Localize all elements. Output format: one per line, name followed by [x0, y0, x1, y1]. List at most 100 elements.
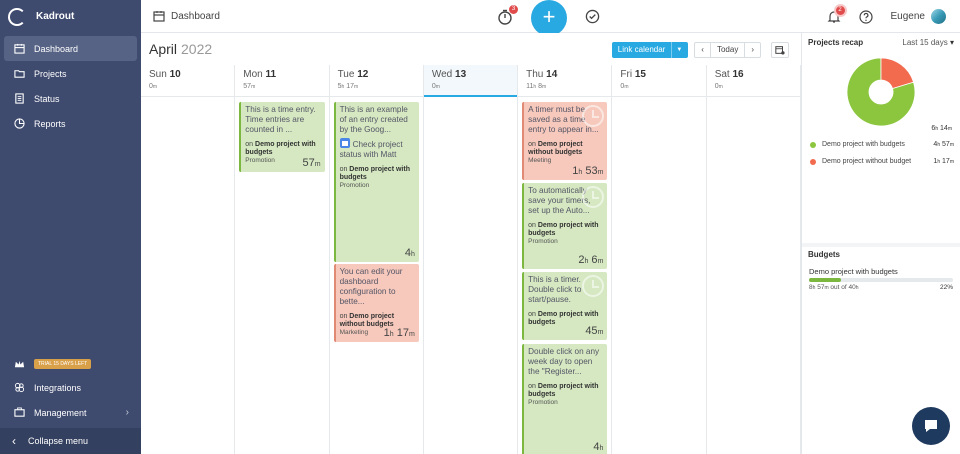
- calendar-month: April: [149, 41, 178, 57]
- help-icon[interactable]: [858, 9, 873, 24]
- topbar-center: 3 +: [497, 0, 600, 36]
- calendar-controls: Link calendar ▼ ‹ Today ›: [611, 42, 789, 58]
- sidebar-item-status[interactable]: Status: [4, 86, 137, 111]
- entry-duration: 45m: [585, 325, 604, 337]
- sidebar-item-dashboard[interactable]: Dashboard: [4, 36, 137, 61]
- avatar[interactable]: [931, 9, 946, 24]
- timer-button[interactable]: 3: [497, 4, 518, 25]
- day-total: 0m: [431, 83, 440, 90]
- legend-dot: [810, 158, 816, 165]
- legend-label: Demo project with budgets: [822, 141, 905, 148]
- legend-label: Demo project without budget: [822, 158, 912, 165]
- legend-value: 4h 57m: [933, 141, 954, 148]
- day-column[interactable]: Wed 13 0m: [423, 65, 519, 454]
- day-name: Sun: [149, 69, 167, 80]
- calendar-icon: [14, 43, 25, 54]
- budget-percent: 22%: [939, 284, 953, 291]
- entry-project: on Demo project with budgets: [528, 383, 599, 398]
- collapse-menu-button[interactable]: ‹ Collapse menu: [0, 428, 141, 454]
- day-header: Mon 11 57m: [235, 65, 329, 97]
- top-bar: Dashboard 3 + 2 Eugene: [141, 0, 960, 36]
- check-circle-icon[interactable]: [585, 9, 600, 24]
- legend-item: Demo project with budgets 4h 57m: [810, 141, 954, 148]
- sidebar-item-reports[interactable]: Reports: [4, 111, 137, 136]
- sidebar-item-label: Reports: [34, 118, 66, 129]
- entry-duration: 2h 6m: [578, 254, 604, 266]
- sidebar-item-label: Management: [34, 407, 87, 418]
- budget-used: 8h 57m out of 40h: [809, 284, 859, 291]
- next-week-button[interactable]: ›: [745, 43, 760, 57]
- sidebar-item-label: Projects: [34, 68, 67, 79]
- day-column[interactable]: Tue 12 5h 17m This is an example of an e…: [329, 65, 424, 454]
- day-header: Tue 12 5h 17m: [329, 65, 423, 97]
- recap-range-dropdown[interactable]: Last 15 days ▾: [902, 38, 954, 47]
- sidebar-item-label: Status: [34, 93, 60, 104]
- time-entry[interactable]: This is a timer. Double click to start/p…: [522, 272, 608, 340]
- trial-row[interactable]: TRIAL 15 days left: [0, 353, 141, 375]
- calendar-settings-icon: [775, 46, 785, 55]
- notification-badge: 2: [835, 5, 845, 15]
- day-number: 14: [546, 69, 558, 80]
- projects-donut-chart: [846, 57, 916, 127]
- calendar-icon: [153, 11, 165, 22]
- calendar-year: 2022: [181, 41, 213, 57]
- day-total: 0m: [620, 83, 629, 90]
- day-total: 0m: [149, 83, 158, 90]
- legend-dot: [810, 141, 816, 148]
- briefcase-icon: [14, 407, 25, 417]
- day-column[interactable]: Mon 11 57m This is a time entry. Time en…: [235, 65, 330, 454]
- day-column[interactable]: Sat 16 0m: [706, 65, 801, 454]
- day-total: 57m: [243, 83, 256, 90]
- entry-project: on Demo project without budgets: [528, 141, 583, 156]
- entry-duration: 1h 53m: [572, 165, 604, 177]
- entry-tag: Promotion: [528, 399, 558, 406]
- notifications-button[interactable]: 2: [827, 5, 845, 24]
- entry-project: on Demo project with budgets: [245, 141, 316, 156]
- chevron-left-icon: ‹: [12, 434, 16, 448]
- budgets-title: Budgets: [808, 250, 840, 259]
- budget-name: Demo project with budgets: [809, 267, 898, 276]
- entry-description: This is a time entry. Time entries are c…: [245, 105, 316, 134]
- time-entry[interactable]: To automatically save your timers, set u…: [522, 183, 608, 269]
- day-header: Sun 10 0m: [141, 65, 235, 97]
- calendar-settings-button[interactable]: [771, 42, 789, 58]
- entry-project: on Demo project with budgets: [528, 222, 599, 237]
- time-entry[interactable]: You can edit your dashboard configuratio…: [333, 264, 419, 342]
- sidebar-item-integrations[interactable]: Integrations: [4, 375, 137, 400]
- time-entry[interactable]: A timer must be saved as a time entry to…: [522, 102, 608, 180]
- chat-icon: [925, 420, 937, 432]
- day-number: 16: [732, 69, 744, 80]
- link-calendar-label: Link calendar: [617, 45, 666, 54]
- sidebar-item-projects[interactable]: Projects: [4, 61, 137, 86]
- time-entry[interactable]: This is a time entry. Time entries are c…: [239, 102, 325, 172]
- caret-down-icon[interactable]: ▼: [671, 42, 682, 58]
- recap-header: Projects recap Last 15 days ▾: [802, 33, 960, 47]
- user-name[interactable]: Eugene: [891, 11, 925, 22]
- list-icon: [15, 93, 24, 104]
- day-name: Wed: [431, 69, 453, 80]
- prev-week-button[interactable]: ‹: [695, 43, 710, 57]
- chart-icon: [14, 118, 25, 129]
- sidebar-item-management[interactable]: Management ›: [4, 400, 137, 425]
- day-header: Sat 16 0m: [706, 65, 800, 97]
- sidebar-bottom: TRIAL 15 days left Integrations Manageme…: [0, 353, 141, 425]
- day-column[interactable]: Sun 10 0m: [141, 65, 236, 454]
- entry-duration: 4h: [404, 247, 415, 259]
- crown-icon: [14, 360, 25, 367]
- collapse-label: Collapse menu: [28, 436, 89, 446]
- today-button[interactable]: Today: [709, 43, 746, 57]
- chat-button[interactable]: [912, 407, 950, 445]
- calendar: April 2022 Link calendar ▼ ‹ Today › Sun…: [141, 33, 801, 454]
- time-entry[interactable]: This is an example of an entry created b…: [333, 102, 419, 262]
- donut-slice-without-budget[interactable]: [880, 57, 915, 90]
- link-calendar-button[interactable]: Link calendar ▼: [611, 42, 689, 58]
- time-entry[interactable]: Double click on any week day to open the…: [522, 344, 608, 454]
- recap-title: Projects recap: [808, 38, 864, 47]
- chevron-right-icon: ›: [125, 407, 129, 418]
- day-name: Mon: [243, 69, 263, 80]
- day-column[interactable]: Thu 14 11h 8m A timer must be saved as a…: [518, 65, 613, 454]
- day-column[interactable]: Fri 15 0m: [612, 65, 707, 454]
- add-button[interactable]: +: [531, 0, 567, 36]
- folder-icon: [14, 70, 25, 78]
- day-name: Tue: [337, 69, 355, 80]
